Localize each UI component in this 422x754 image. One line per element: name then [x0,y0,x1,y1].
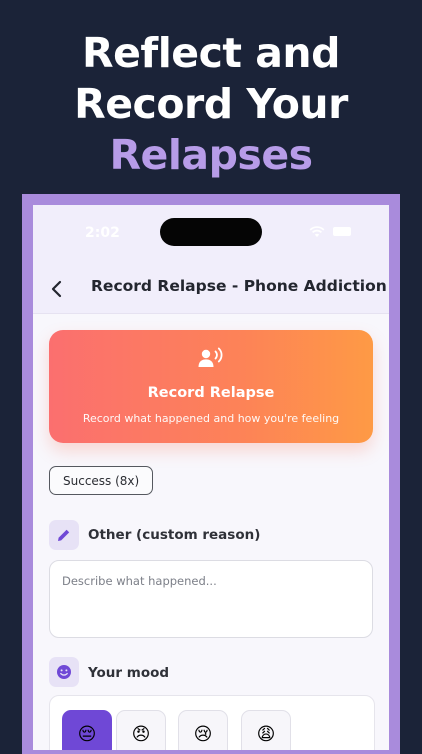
chevron-left-icon[interactable] [43,275,71,303]
app-screen: 2:02 Record Relapse - Phone Addiction Re… [33,205,389,750]
wifi-icon [309,226,325,237]
promo-headline: Reflect and Record Your Relapses [0,28,422,181]
reason-description-field[interactable] [49,560,373,638]
reason-label: Other (custom reason) [88,527,261,543]
voice-record-icon [198,347,223,367]
page-title: Record Relapse - Phone Addiction [91,277,387,295]
headline-accent: Relapses [109,131,313,179]
mood-option-angry[interactable]: 😠 [116,710,166,750]
nav-bar: Record Relapse - Phone Addiction [33,265,389,314]
headline-line-2: Record Your [74,80,348,128]
dynamic-island [160,218,262,246]
mood-option-weary[interactable]: 😩 [241,710,291,750]
mood-option-pensive[interactable]: 😔 [62,710,112,750]
mood-selector: 😔 😠 😢 😩 [49,695,375,750]
record-relapse-card[interactable]: Record Relapse Record what happened and … [49,330,373,443]
pencil-icon [49,520,79,550]
mood-label: Your mood [88,665,170,681]
success-count-chip[interactable]: Success (8x) [49,466,154,495]
status-time: 2:02 [85,225,120,241]
battery-icon [333,227,351,236]
mood-option-crying[interactable]: 😢 [178,710,228,750]
hero-title: Record Relapse [147,385,275,401]
smiley-icon [49,657,79,687]
status-bar: 2:02 [33,205,389,265]
headline-line-1: Reflect and [82,29,340,77]
hero-subtitle: Record what happened and how you're feel… [82,412,340,425]
